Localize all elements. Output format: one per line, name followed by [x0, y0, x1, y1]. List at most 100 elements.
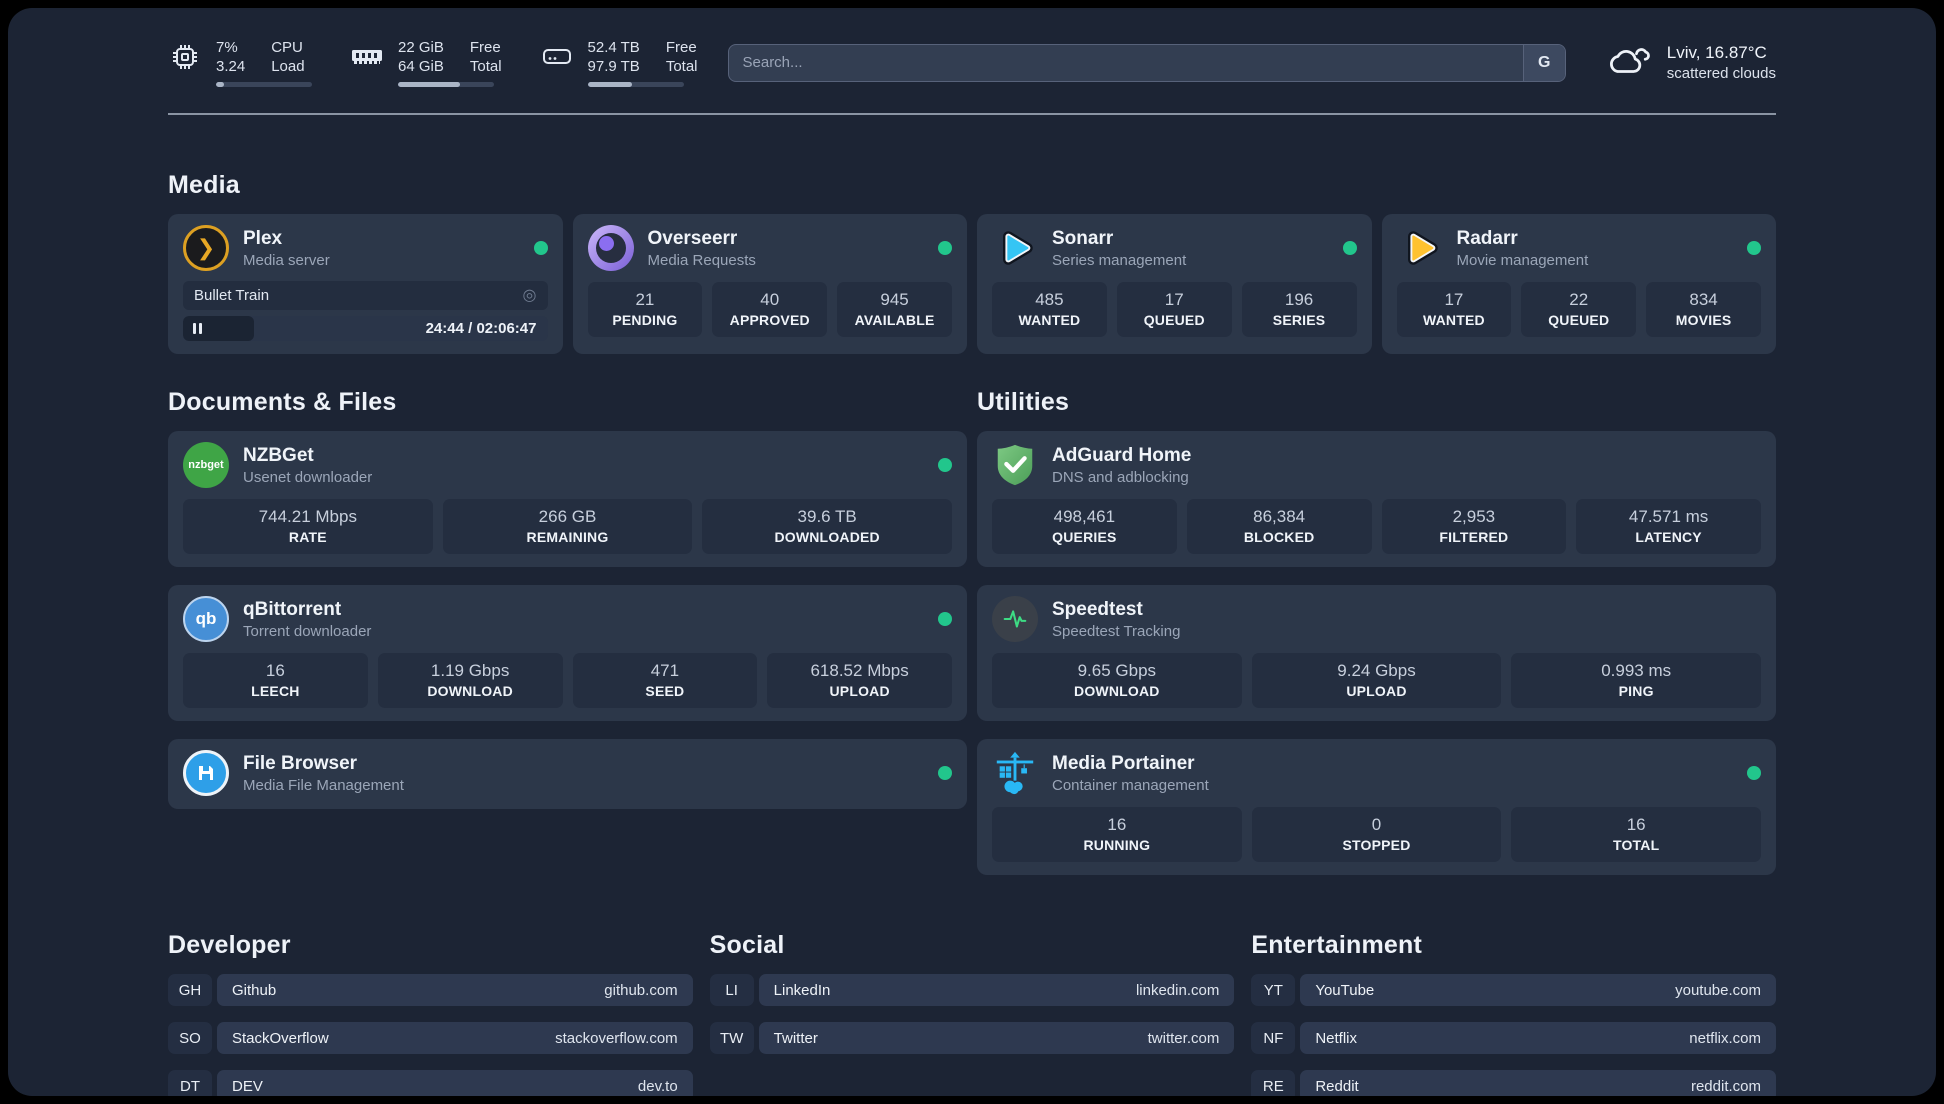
- app-description: Media File Management: [243, 776, 404, 794]
- bookmark-abbr: GH: [168, 974, 212, 1006]
- bookmark-twitter[interactable]: TW Twitter twitter.com: [709, 1022, 1235, 1054]
- app-name: Sonarr: [1052, 227, 1114, 249]
- app-card-speedtest[interactable]: Speedtest Speedtest Tracking 9.65 Gbps D…: [977, 585, 1776, 721]
- pause-button[interactable]: [193, 323, 202, 334]
- bookmarks-social: Social LI LinkedIn linkedin.com TW Twitt…: [709, 931, 1235, 1096]
- stat-tile: 485 WANTED: [992, 282, 1107, 337]
- bookmark-url: dev.to: [637, 1077, 678, 1095]
- ram-progress-bar: [398, 82, 494, 87]
- media-grid: ❯ Plex Media server Bullet Train ◎ 24:44…: [168, 214, 1776, 354]
- app-name: Overseerr: [647, 227, 738, 249]
- app-card-adguard[interactable]: AdGuard Home DNS and adblocking 498,461 …: [977, 431, 1776, 567]
- filebrowser-icon: [183, 750, 229, 796]
- ram-total-value: 64 GiB: [398, 58, 444, 75]
- stat-tile: 0.993 ms PING: [1511, 653, 1761, 708]
- bookmark-url: linkedin.com: [1135, 981, 1220, 999]
- playback-progress-bar: 24:44 / 02:06:47: [183, 316, 548, 341]
- system-stats: 7% 3.24 CPU Load 22 GiB 64 GiB Free Tota…: [168, 38, 698, 87]
- disk-stat-widget: 52.4 TB 97.9 TB Free Total: [540, 38, 698, 87]
- app-card-filebrowser[interactable]: File Browser Media File Management: [168, 739, 967, 809]
- now-playing-title: Bullet Train: [194, 287, 270, 304]
- cpu-icon: [168, 42, 202, 72]
- app-card-radarr[interactable]: Radarr Movie management 17 WANTED 22 QUE…: [1381, 214, 1776, 354]
- bookmark-github[interactable]: GH Github github.com: [168, 974, 693, 1006]
- bookmark-name: Netflix: [1315, 1029, 1358, 1047]
- search-input[interactable]: [728, 44, 1523, 81]
- app-card-portainer[interactable]: Media Portainer Container management 16 …: [977, 739, 1776, 875]
- stat-tile: 266 GB REMAINING: [442, 499, 693, 554]
- app-name: Radarr: [1456, 227, 1518, 249]
- bookmark-name: StackOverflow: [232, 1029, 329, 1047]
- app-description: Movie management: [1456, 251, 1589, 269]
- bookmark-linkedin[interactable]: LI LinkedIn linkedin.com: [709, 974, 1235, 1006]
- dashboard-page: 7% 3.24 CPU Load 22 GiB 64 GiB Free Tota…: [8, 8, 1936, 1096]
- bookmark-abbr: DT: [168, 1070, 212, 1096]
- app-description: Torrent downloader: [243, 622, 372, 640]
- scattered-clouds-icon: [1606, 42, 1652, 83]
- search-bar: G: [727, 43, 1566, 82]
- weather-condition: scattered clouds: [1666, 65, 1776, 82]
- app-description: Usenet downloader: [243, 468, 373, 486]
- bookmark-youtube[interactable]: YT YouTube youtube.com: [1251, 974, 1776, 1006]
- ram-icon: [350, 42, 384, 72]
- bookmark-abbr: LI: [709, 974, 754, 1006]
- bookmark-dev[interactable]: DT DEV dev.to: [168, 1070, 693, 1096]
- sonarr-icon: [992, 225, 1038, 271]
- section-title-documents: Documents & Files: [168, 388, 397, 416]
- ram-stat-widget: 22 GiB 64 GiB Free Total: [350, 38, 502, 87]
- bookmark-name: Reddit: [1315, 1077, 1359, 1095]
- bookmark-url: youtube.com: [1675, 981, 1761, 999]
- bookmark-url: twitter.com: [1147, 1029, 1220, 1047]
- bookmarks-entertainment: Entertainment YT YouTube youtube.com NF …: [1251, 931, 1776, 1096]
- app-description: Container management: [1052, 776, 1209, 794]
- plex-icon: ❯: [183, 225, 229, 271]
- bookmark-name: Twitter: [773, 1029, 818, 1047]
- app-description: Media server: [243, 251, 330, 269]
- stat-tile: 0 STOPPED: [1251, 807, 1502, 862]
- stat-tile: 16 RUNNING: [992, 807, 1242, 862]
- cpu-progress-bar: [216, 82, 312, 87]
- bookmark-abbr: NF: [1251, 1022, 1296, 1054]
- bookmark-abbr: TW: [709, 1022, 754, 1054]
- section-title-utilities: Utilities: [977, 388, 1070, 416]
- google-search-button[interactable]: G: [1522, 44, 1565, 81]
- speedtest-icon: [992, 596, 1038, 642]
- stat-tile: 2,953 FILTERED: [1381, 499, 1567, 554]
- disk-total-value: 97.9 TB: [587, 58, 640, 75]
- status-online-dot: [938, 766, 952, 780]
- stat-tile: 21 PENDING: [587, 282, 703, 337]
- stat-tile: 9.65 Gbps DOWNLOAD: [992, 653, 1242, 708]
- bookmark-url: stackoverflow.com: [555, 1029, 678, 1047]
- app-card-overseerr[interactable]: Overseerr Media Requests 21 PENDING 40 A…: [572, 214, 967, 354]
- cpu-stat-widget: 7% 3.24 CPU Load: [168, 38, 312, 87]
- stat-tile: 498,461 QUERIES: [992, 499, 1177, 554]
- bookmark-name: YouTube: [1315, 981, 1375, 999]
- weather-widget: Lviv, 16.87°C scattered clouds: [1606, 42, 1776, 83]
- app-card-nzbget[interactable]: nzbget NZBGet Usenet downloader 744.21 M…: [168, 431, 967, 567]
- nzbget-icon: nzbget: [183, 442, 229, 488]
- stat-tile: 86,384 BLOCKED: [1186, 499, 1372, 554]
- app-card-plex[interactable]: ❯ Plex Media server Bullet Train ◎ 24:44…: [168, 214, 563, 354]
- bookmark-netflix[interactable]: NF Netflix netflix.com: [1251, 1022, 1776, 1054]
- stat-tile: 16 LEECH: [183, 653, 368, 708]
- bookmark-stackoverflow[interactable]: SO StackOverflow stackoverflow.com: [168, 1022, 693, 1054]
- documents-column: Documents & Files nzbget NZBGet Usenet d…: [168, 388, 967, 875]
- cpu-usage-label: CPU: [271, 39, 303, 56]
- stat-tile: 1.19 Gbps DOWNLOAD: [377, 653, 563, 708]
- portainer-icon: [992, 750, 1038, 796]
- qbittorrent-icon: qb: [183, 596, 229, 642]
- bookmark-name: DEV: [232, 1077, 263, 1095]
- stat-tile: 17 WANTED: [1396, 282, 1512, 337]
- stat-tile: 9.24 Gbps UPLOAD: [1251, 653, 1502, 708]
- bookmarks-developer: Developer GH Github github.com SO StackO…: [168, 931, 693, 1096]
- app-description: DNS and adblocking: [1052, 468, 1189, 486]
- app-description: Speedtest Tracking: [1052, 622, 1181, 640]
- app-name: File Browser: [243, 752, 358, 774]
- app-name: AdGuard Home: [1052, 444, 1192, 466]
- utilities-column: Utilities AdGuard Home DNS and adblockin…: [977, 388, 1776, 875]
- bookmark-reddit[interactable]: RE Reddit reddit.com: [1251, 1070, 1776, 1096]
- app-card-qbittorrent[interactable]: qb qBittorrent Torrent downloader 16 LEE…: [168, 585, 967, 721]
- app-name: Plex: [243, 227, 283, 249]
- stat-tile: 744.21 Mbps RATE: [183, 499, 433, 554]
- app-card-sonarr[interactable]: Sonarr Series management 485 WANTED 17 Q…: [977, 214, 1372, 354]
